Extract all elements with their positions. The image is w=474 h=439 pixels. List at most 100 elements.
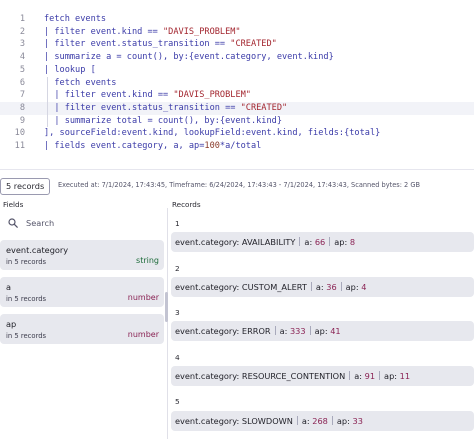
record-category-value: RESOURCE_CONTENTION: [241, 371, 346, 381]
record-key: event.category:: [175, 371, 240, 381]
record-key: a:: [301, 416, 310, 426]
code-line[interactable]: 3 | filter event.status_transition == "CR…: [0, 38, 474, 51]
field-record-count: in 5 records: [6, 258, 47, 266]
separator: [296, 416, 298, 425]
separator: [309, 326, 311, 335]
line-number: 4: [19, 52, 25, 63]
records-panel-title: Records: [172, 200, 201, 209]
line-number: 5: [19, 64, 25, 75]
record-row[interactable]: event.category: SLOWDOWN a: 268 ap: 33: [171, 411, 474, 431]
record-key: ap:: [336, 416, 350, 426]
record-key: a:: [279, 326, 288, 336]
record-ap-value: 11: [399, 371, 411, 381]
field-card[interactable]: a in 5 records number: [0, 277, 164, 307]
field-name: ap: [6, 319, 17, 329]
code-line[interactable]: 8 | filter event.status_transition == "C…: [0, 101, 474, 115]
code-line[interactable]: 10], sourceField:event.kind, lookupField…: [0, 127, 474, 140]
code-text: | lookup [: [44, 64, 96, 77]
record-key: event.category:: [175, 326, 240, 336]
field-record-count: in 5 records: [6, 332, 47, 340]
record-category-value: CUSTOM_ALERT: [241, 282, 307, 292]
field-name: a: [6, 282, 12, 292]
records-count-button[interactable]: 5 records: [0, 178, 51, 195]
line-number: 2: [19, 26, 25, 37]
code-token: "DAVIS_PROBLEM": [163, 26, 241, 37]
line-number: 8: [19, 102, 25, 113]
separator: [310, 282, 312, 291]
record-key: event.category:: [175, 282, 240, 292]
code-line[interactable]: 4 | summarize a = count(), by:{event.cate…: [0, 51, 474, 64]
code-token: fetch events: [44, 77, 117, 88]
record-category-value: AVAILABILITY: [241, 237, 296, 247]
record-index: 1: [175, 219, 180, 228]
code-token: | filter event.kind ==: [44, 90, 174, 101]
record-key: a:: [304, 237, 313, 247]
record-a-value: 91: [364, 371, 376, 381]
record-category-value: SLOWDOWN: [241, 416, 293, 426]
record-key: a:: [354, 371, 363, 381]
field-card[interactable]: ap in 5 records number: [0, 314, 164, 344]
code-text: | filter event.kind == "DAVIS_PROBLEM": [44, 89, 251, 102]
code-text: fetch events: [44, 77, 116, 90]
search-icon: [8, 218, 18, 228]
code-line[interactable]: 2 | filter event.kind == "DAVIS_PROBLEM": [0, 26, 474, 39]
record-key: event.category:: [175, 237, 240, 247]
record-key: ap:: [314, 326, 328, 336]
code-token: | filter event.kind ==: [44, 26, 163, 37]
code-token: ], sourceField:event.kind, lookupField:e…: [44, 128, 381, 139]
record-key: ap:: [345, 282, 359, 292]
code-text: | filter event.status_transition == "CRE…: [44, 38, 277, 51]
fields-panel-title: Fields: [3, 200, 24, 209]
query-editor[interactable]: 1 fetch events 2 | filter event.kind == "DA…: [0, 0, 474, 170]
code-text: | filter event.status_transition == "CRE…: [44, 102, 287, 115]
code-line[interactable]: 6 fetch events: [0, 77, 474, 90]
code-token: | filter event.status_transition ==: [44, 39, 231, 50]
fields-search-input[interactable]: Search: [2, 213, 164, 233]
field-type-label: number: [127, 293, 159, 302]
record-index: 4: [175, 353, 180, 362]
field-record-count: in 5 records: [6, 295, 47, 303]
record-ap-value: 33: [352, 416, 363, 426]
record-row[interactable]: event.category: AVAILABILITY a: 66 ap: 8: [171, 232, 474, 252]
record-a-value: 36: [326, 282, 337, 292]
code-line[interactable]: 9 | summarize total = count(), by:{event…: [0, 115, 474, 128]
code-text: | summarize a = count(), by:{event.categ…: [44, 51, 334, 64]
code-token: "CREATED": [230, 39, 277, 50]
code-token: | summarize a = count(), by:{event.categ…: [44, 52, 334, 63]
record-category-value: ERROR: [241, 326, 271, 336]
code-token: | fields event.category, a, ap=: [44, 141, 205, 151]
panel-divider[interactable]: [167, 208, 168, 439]
separator: [349, 371, 351, 380]
code-text: ], sourceField:event.kind, lookupField:e…: [44, 127, 380, 140]
line-number: 6: [19, 77, 25, 88]
record-ap-value: 41: [330, 326, 341, 336]
record-a-value: 333: [289, 326, 306, 336]
code-line[interactable]: 7 | filter event.kind == "DAVIS_PROBLEM": [0, 89, 474, 102]
field-type-label: number: [127, 330, 159, 339]
record-row[interactable]: event.category: CUSTOM_ALERT a: 36 ap: 4: [171, 277, 474, 297]
record-key: a:: [315, 282, 324, 292]
status-bar: 5 records Executed at: 7/1/2024, 17:43:4…: [0, 176, 474, 196]
code-line[interactable]: 1 fetch events: [0, 13, 474, 26]
code-token: | summarize total = count(), by:{event.k…: [44, 115, 282, 126]
line-number: 11: [14, 141, 25, 151]
record-key: ap:: [384, 371, 398, 381]
indent-guide: [47, 76, 48, 128]
code-line[interactable]: 5 | lookup [: [0, 64, 474, 77]
code-text: | filter event.kind == "DAVIS_PROBLEM": [44, 26, 241, 39]
separator: [329, 237, 331, 246]
separator: [331, 416, 333, 425]
separator: [379, 371, 381, 380]
code-token: "DAVIS_PROBLEM": [173, 90, 251, 101]
code-token: fetch events: [44, 14, 107, 24]
record-index: 3: [175, 308, 180, 317]
line-number: 3: [19, 39, 25, 50]
record-row[interactable]: event.category: ERROR a: 333 ap: 41: [171, 321, 474, 341]
code-line[interactable]: 11 | fields event.category, a, ap=100*a/t…: [0, 140, 474, 153]
record-row[interactable]: event.category: RESOURCE_CONTENTION a: 91…: [171, 366, 474, 386]
field-card[interactable]: event.category in 5 records string: [0, 240, 164, 270]
code-token: 100: [204, 141, 220, 151]
separator: [299, 237, 301, 246]
search-placeholder: Search: [26, 218, 55, 228]
fields-scrollbar[interactable]: [165, 292, 168, 322]
